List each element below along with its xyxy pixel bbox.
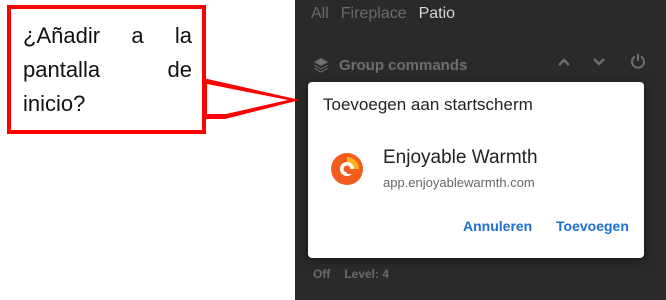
- tab-all[interactable]: All: [311, 5, 329, 23]
- add-to-home-dialog: Toevoegen aan startscherm Enjoyable Warm…: [308, 82, 644, 258]
- cancel-button[interactable]: Annuleren: [463, 218, 532, 234]
- power-icon[interactable]: [630, 53, 646, 69]
- app-url: app.enjoyablewarmth.com: [383, 175, 535, 190]
- device-status: Off Level: 4: [313, 267, 389, 281]
- layers-icon: [313, 57, 329, 73]
- level-label: Level: 4: [344, 267, 390, 281]
- add-button[interactable]: Toevoegen: [556, 218, 629, 234]
- app-name: Enjoyable Warmth: [383, 147, 538, 168]
- chevron-down-icon[interactable]: [592, 55, 606, 69]
- state-label: Off: [313, 267, 331, 281]
- translation-callout: ¿Añadir a la pantalla de inicio?: [7, 5, 206, 134]
- dialog-title: Toevoegen aan startscherm: [323, 95, 533, 114]
- tab-patio[interactable]: Patio: [419, 5, 455, 23]
- group-commands-label: Group commands: [339, 56, 468, 74]
- group-commands-bar: Group commands: [295, 52, 666, 78]
- tab-fireplace[interactable]: Fireplace: [341, 5, 407, 23]
- room-tabs: All Fireplace Patio: [295, 0, 455, 28]
- app-logo-icon: [330, 152, 364, 186]
- chevron-up-icon[interactable]: [557, 55, 571, 69]
